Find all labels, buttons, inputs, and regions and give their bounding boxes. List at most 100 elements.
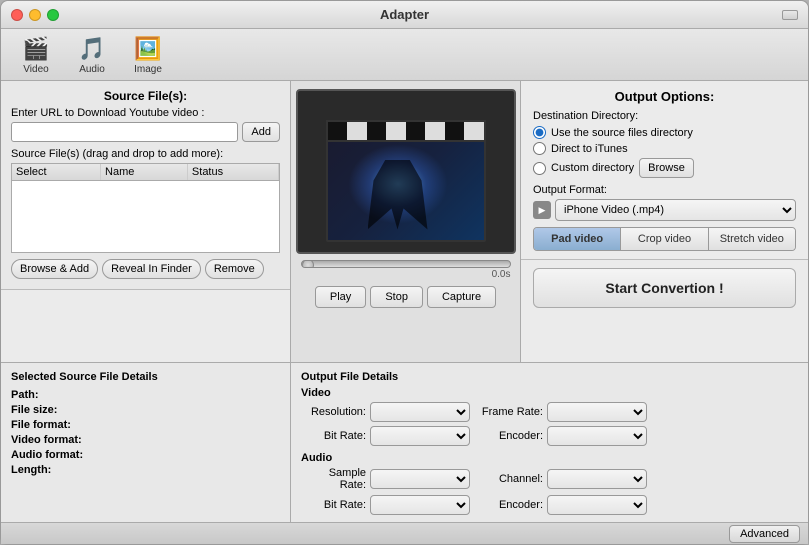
main-area: Source File(s): Enter URL to Download Yo…	[1, 81, 808, 522]
maximize-button[interactable]	[47, 9, 59, 21]
url-input[interactable]	[11, 122, 238, 142]
capture-button[interactable]: Capture	[427, 286, 496, 308]
source-title: Source File(s):	[11, 89, 280, 103]
file-table: Select Name Status	[12, 164, 279, 181]
detail-filesize: File size:	[11, 404, 280, 416]
crop-video-button[interactable]: Crop video	[621, 228, 708, 250]
minimize-button[interactable]	[29, 9, 41, 21]
url-label: Enter URL to Download Youtube video :	[11, 107, 280, 119]
url-row: Add	[11, 122, 280, 142]
radio-itunes-label: Direct to iTunes	[551, 143, 628, 155]
samplerate-select[interactable]	[370, 469, 470, 489]
length-label: Length:	[11, 464, 101, 476]
framerate-select[interactable]	[547, 402, 647, 422]
progress-track[interactable]	[301, 260, 511, 268]
detail-fileformat: File format:	[11, 419, 280, 431]
output-details-title: Output File Details	[301, 371, 798, 383]
resolution-field: Resolution:	[301, 402, 470, 422]
resolution-label: Resolution:	[301, 406, 366, 418]
stripe-6	[425, 122, 445, 140]
reveal-finder-button[interactable]: Reveal In Finder	[102, 259, 201, 279]
resolution-select[interactable]	[370, 402, 470, 422]
radio-itunes: Direct to iTunes	[533, 142, 796, 155]
browse-add-button[interactable]: Browse & Add	[11, 259, 98, 279]
format-section: Output Format: ▶ iPhone Video (.mp4)	[533, 184, 796, 221]
stripe-1	[328, 122, 348, 140]
stop-button[interactable]: Stop	[370, 286, 423, 308]
filesize-label: File size:	[11, 404, 101, 416]
audioformat-label: Audio format:	[11, 449, 101, 461]
left-panel: Source File(s): Enter URL to Download Yo…	[1, 81, 291, 362]
col-status: Status	[187, 164, 278, 181]
output-options: Output Options: Destination Directory: U…	[521, 81, 808, 260]
detail-videoformat: Video format:	[11, 434, 280, 446]
source-section: Source File(s): Enter URL to Download Yo…	[1, 81, 290, 290]
clapper-stripes	[328, 122, 484, 140]
format-label: Output Format:	[533, 184, 796, 196]
format-select[interactable]: iPhone Video (.mp4)	[555, 199, 796, 221]
play-button[interactable]: Play	[315, 286, 366, 308]
remove-button[interactable]: Remove	[205, 259, 264, 279]
channel-select[interactable]	[547, 469, 647, 489]
stripe-5	[406, 122, 426, 140]
samplerate-label: Sample Rate:	[301, 467, 366, 491]
audio-bitrate-field: Bit Rate:	[301, 495, 470, 515]
audio-row-1: Sample Rate: Channel:	[301, 467, 798, 491]
radio-source-dir-input[interactable]	[533, 126, 546, 139]
toolbar-video[interactable]: 🎬 Video	[11, 33, 61, 77]
video-subtitle: Video	[301, 387, 798, 399]
fileformat-label: File format:	[11, 419, 101, 431]
window-title: Adapter	[380, 7, 429, 22]
video-bitrate-label: Bit Rate:	[301, 430, 366, 442]
radio-custom-input[interactable]	[533, 162, 546, 175]
middle-panel: 0.0s Play Stop Capture	[291, 81, 521, 362]
status-bar: Advanced	[1, 522, 808, 544]
dest-label: Destination Directory:	[533, 110, 796, 122]
framerate-field: Frame Rate:	[478, 402, 647, 422]
toolbar-video-label: Video	[23, 64, 48, 75]
video-encoder-field: Encoder:	[478, 426, 647, 446]
window-minimize-icon[interactable]	[782, 10, 798, 20]
videoformat-label: Video format:	[11, 434, 101, 446]
add-button[interactable]: Add	[242, 122, 280, 142]
col-select: Select	[12, 164, 101, 181]
right-panel: Output Options: Destination Directory: U…	[521, 81, 808, 362]
advanced-button[interactable]: Advanced	[729, 525, 800, 543]
toolbar-image[interactable]: 🖼️ Image	[123, 33, 173, 77]
audio-bitrate-select[interactable]	[370, 495, 470, 515]
files-label: Source File(s) (drag and drop to add mor…	[11, 148, 280, 160]
detail-path: Path:	[11, 389, 280, 401]
upper-content: Source File(s): Enter URL to Download Yo…	[1, 81, 808, 362]
video-bitrate-select[interactable]	[370, 426, 470, 446]
col-name: Name	[101, 164, 188, 181]
source-details-panel: Selected Source File Details Path: File …	[1, 363, 291, 522]
start-conversion-button[interactable]: Start Convertion !	[533, 268, 796, 308]
clapperboard	[316, 102, 496, 242]
toolbar-image-label: Image	[134, 64, 162, 75]
video-row-1: Resolution: Frame Rate:	[301, 402, 798, 422]
pad-video-button[interactable]: Pad video	[534, 228, 621, 250]
pad-crop-buttons: Pad video Crop video Stretch video	[533, 227, 796, 251]
close-button[interactable]	[11, 9, 23, 21]
channel-label: Channel:	[478, 473, 543, 485]
radio-itunes-input[interactable]	[533, 142, 546, 155]
format-select-row: ▶ iPhone Video (.mp4)	[533, 199, 796, 221]
video-encoder-label: Encoder:	[478, 430, 543, 442]
stripe-2	[347, 122, 367, 140]
video-bitrate-field: Bit Rate:	[301, 426, 470, 446]
progress-thumb[interactable]	[302, 260, 314, 268]
preview-area	[296, 89, 516, 254]
stripe-8	[464, 122, 484, 140]
stretch-video-button[interactable]: Stretch video	[709, 228, 795, 250]
audio-encoder-select[interactable]	[547, 495, 647, 515]
stripe-4	[386, 122, 406, 140]
audio-subtitle: Audio	[301, 452, 798, 464]
framerate-label: Frame Rate:	[478, 406, 543, 418]
file-table-wrapper: Select Name Status	[11, 163, 280, 253]
image-icon: 🖼️	[132, 35, 164, 63]
toolbar-audio-label: Audio	[79, 64, 105, 75]
toolbar-audio[interactable]: 🎵 Audio	[67, 33, 117, 77]
browse-custom-button[interactable]: Browse	[639, 158, 694, 178]
video-encoder-select[interactable]	[547, 426, 647, 446]
lower-content: Selected Source File Details Path: File …	[1, 362, 808, 522]
